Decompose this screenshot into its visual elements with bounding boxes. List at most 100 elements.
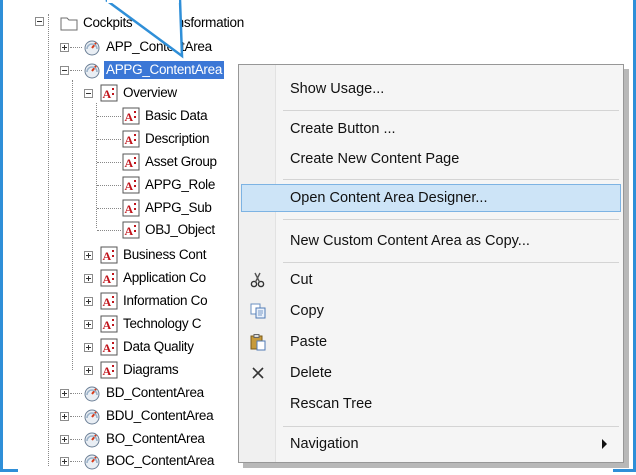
svg-text:A: A	[125, 179, 134, 193]
svg-text:A: A	[103, 272, 112, 286]
svg-text:A: A	[125, 224, 134, 238]
expand-toggle[interactable]	[84, 343, 93, 352]
expand-toggle[interactable]	[60, 412, 69, 421]
svg-text:A: A	[103, 295, 112, 309]
submenu-arrow-icon	[602, 439, 607, 449]
content-page-icon: A	[100, 269, 118, 287]
tree-item-label: Information Co	[123, 293, 208, 308]
menu-separator	[283, 110, 619, 111]
expand-toggle[interactable]	[84, 251, 93, 260]
tree-item[interactable]: A OBJ_Object	[122, 219, 217, 241]
expand-toggle[interactable]	[84, 320, 93, 329]
gauge-icon	[84, 409, 100, 425]
tree-connector	[97, 162, 121, 163]
tree-item[interactable]: A Asset Group	[122, 151, 219, 173]
tree-item[interactable]: BO_ContentArea	[83, 428, 207, 450]
menu-separator	[283, 179, 619, 180]
content-page-icon: A	[100, 292, 118, 310]
gauge-icon	[84, 432, 100, 448]
menu-item-label: Copy	[290, 303, 324, 319]
tree-item[interactable]: A Application Co	[100, 267, 208, 289]
menu-item-label: Rescan Tree	[290, 396, 373, 412]
content-page-icon: A	[100, 84, 118, 102]
menu-item-label: Paste	[290, 334, 328, 350]
content-page-icon: A	[100, 361, 118, 379]
menu-item-copy[interactable]: Copy	[241, 297, 621, 325]
tree-item-label: Data Quality	[123, 339, 194, 354]
menu-item-create-content-page[interactable]: Create New Content Page	[241, 145, 621, 173]
tree-item-label: APPG_Role	[145, 177, 216, 192]
menu-item-delete[interactable]: Delete	[241, 359, 621, 387]
tree-item-label: BOC_ContentArea	[106, 453, 215, 468]
expand-toggle[interactable]	[60, 457, 69, 466]
delete-x-icon	[252, 367, 264, 379]
tree-connector	[72, 80, 73, 370]
tree-item[interactable]: A Basic Data	[122, 105, 209, 127]
tree-connector	[70, 461, 82, 462]
tree-item[interactable]: BD_ContentArea	[83, 382, 206, 404]
tree-item[interactable]: A Technology C	[100, 313, 203, 335]
content-page-icon: A	[122, 153, 140, 171]
menu-item-new-custom-content-area[interactable]: New Custom Content Area as Copy...	[241, 227, 621, 255]
svg-text:A: A	[125, 133, 134, 147]
tree-connector	[97, 139, 121, 140]
menu-item-label: Delete	[290, 365, 332, 381]
tree-connector	[70, 416, 82, 417]
menu-separator	[283, 426, 619, 427]
tree-connector	[70, 393, 82, 394]
content-page-icon: A	[100, 338, 118, 356]
tree-item[interactable]: A APPG_Sub	[122, 197, 214, 219]
menu-item-cut[interactable]: Cut	[241, 266, 621, 294]
tree-item[interactable]: BDU_ContentArea	[83, 405, 215, 427]
tree-connector	[48, 14, 49, 466]
svg-text:A: A	[125, 202, 134, 216]
tree-connector	[97, 185, 121, 186]
menu-item-create-button[interactable]: Create Button ...	[241, 115, 621, 143]
tree-item[interactable]: A Overview	[100, 82, 179, 104]
menu-item-navigation[interactable]: Navigation	[241, 430, 621, 458]
tree-item-label: Asset Group	[145, 154, 217, 169]
svg-text:A: A	[103, 87, 112, 101]
menu-separator	[283, 219, 619, 220]
menu-item-label: New Custom Content Area as Copy...	[290, 233, 530, 249]
tree-item[interactable]: A APPG_Role	[122, 174, 217, 196]
tree-connector	[96, 103, 97, 228]
gauge-icon	[84, 454, 100, 470]
tree-item[interactable]: A Description	[122, 128, 211, 150]
scissors-icon	[250, 272, 265, 288]
tree-item[interactable]: A Data Quality	[100, 336, 196, 358]
svg-text:A: A	[103, 249, 112, 263]
tree-item-label: APPG_Sub	[145, 200, 212, 215]
tree-connector	[97, 116, 121, 117]
tree-item[interactable]: A Diagrams	[100, 359, 180, 381]
gauge-icon	[84, 386, 100, 402]
menu-item-label: Navigation	[290, 436, 359, 452]
menu-item-label: Show Usage...	[290, 81, 385, 97]
content-page-icon: A	[122, 107, 140, 125]
expand-toggle[interactable]	[84, 366, 93, 375]
context-menu[interactable]: Show Usage... Create Button ... Create N…	[238, 64, 624, 463]
menu-item-label: Create New Content Page	[290, 151, 460, 167]
svg-text:A: A	[103, 341, 112, 355]
expand-toggle[interactable]	[60, 389, 69, 398]
menu-item-show-usage[interactable]: Show Usage...	[241, 75, 621, 103]
expand-toggle[interactable]	[84, 297, 93, 306]
content-page-icon: A	[122, 199, 140, 217]
menu-item-label: Cut	[290, 272, 313, 288]
tree-item[interactable]: A Business Cont	[100, 244, 208, 266]
expand-toggle[interactable]	[84, 274, 93, 283]
menu-item-rescan-tree[interactable]: Rescan Tree	[241, 390, 621, 418]
menu-item-label: Open Content Area Designer...	[290, 190, 488, 206]
tree-item-label: BDU_ContentArea	[106, 408, 214, 423]
tree-item[interactable]: BOC_ContentArea	[83, 450, 216, 472]
paste-icon	[250, 334, 266, 351]
tree-item-label: Technology C	[123, 316, 202, 331]
tree-item-label: Application Co	[123, 270, 206, 285]
menu-item-open-content-area-designer[interactable]: Open Content Area Designer...	[241, 184, 621, 212]
collapse-toggle[interactable]	[84, 89, 93, 98]
expand-toggle[interactable]	[60, 435, 69, 444]
tree-item[interactable]: A Information Co	[100, 290, 209, 312]
menu-item-paste[interactable]: Paste	[241, 328, 621, 356]
menu-separator	[283, 262, 619, 263]
tree-item-label: Overview	[123, 85, 177, 100]
